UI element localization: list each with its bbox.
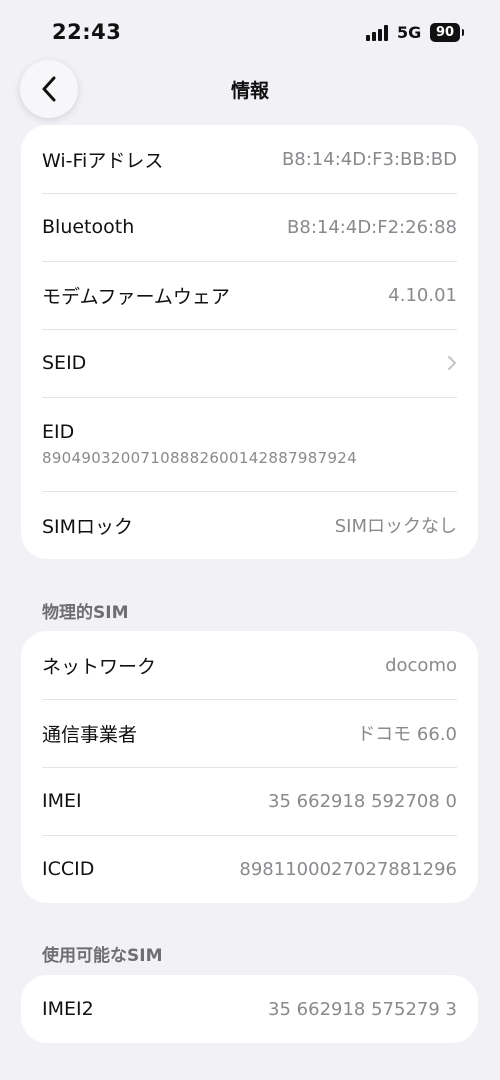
battery-icon: 90 xyxy=(430,23,464,42)
row-label: SEID xyxy=(42,352,87,374)
row-seid[interactable]: SEID xyxy=(21,329,478,397)
chevron-right-icon xyxy=(448,356,456,370)
row-value: B8:14:4D:F3:BB:BD xyxy=(281,148,457,170)
signal-strength-icon xyxy=(366,25,390,41)
row-value: SIMロックなし xyxy=(334,516,457,537)
row-label: IMEI2 xyxy=(42,998,94,1020)
row-label: 通信事業者 xyxy=(42,723,138,746)
battery-level: 90 xyxy=(435,25,455,40)
row-label: ネットワーク xyxy=(42,655,157,678)
physical-sim-card: ネットワーク docomo 通信事業者 ドコモ 66.0 IMEI 35 662… xyxy=(21,631,478,903)
status-time: 22:43 xyxy=(52,20,122,44)
row-wifi-address: Wi-Fiアドレス B8:14:4D:F3:BB:BD xyxy=(21,125,478,193)
row-label: EID xyxy=(42,421,75,443)
row-label: Bluetooth xyxy=(42,216,135,238)
row-value: 35 662918 592708 0 xyxy=(268,790,457,812)
row-value: 4.10.01 xyxy=(388,284,457,306)
status-bar: 22:43 5G 90 xyxy=(0,0,500,64)
row-carrier: 通信事業者 ドコモ 66.0 xyxy=(21,699,478,767)
row-label: ICCID xyxy=(42,858,95,880)
row-eid: EID 89049032007108882600142887987924 xyxy=(21,397,478,491)
row-label: IMEI xyxy=(42,790,82,812)
section-header-physical-sim: 物理的SIM xyxy=(42,603,129,623)
row-sim-lock: SIMロック SIMロックなし xyxy=(21,491,478,559)
row-value: docomo xyxy=(385,654,457,676)
row-modem-firmware: モデムファームウェア 4.10.01 xyxy=(21,261,478,329)
section-header-available-sim: 使用可能なSIM xyxy=(42,946,163,966)
row-iccid: ICCID 8981100027027881296 xyxy=(21,835,478,903)
row-label: Wi-Fiアドレス xyxy=(42,149,164,172)
row-value: ドコモ 66.0 xyxy=(357,724,457,745)
row-imei: IMEI 35 662918 592708 0 xyxy=(21,767,478,835)
eid-value: 89049032007108882600142887987924 xyxy=(42,449,357,467)
available-sim-card: IMEI2 35 662918 575279 3 xyxy=(21,975,478,1043)
info-card: Wi-Fiアドレス B8:14:4D:F3:BB:BD Bluetooth B8… xyxy=(21,125,478,559)
network-type: 5G xyxy=(397,23,422,42)
row-label: SIMロック xyxy=(42,515,134,538)
row-value: B8:14:4D:F2:26:88 xyxy=(287,216,457,238)
row-bluetooth: Bluetooth B8:14:4D:F2:26:88 xyxy=(21,193,478,261)
page-title: 情報 xyxy=(230,80,269,102)
row-label: モデムファームウェア xyxy=(42,285,230,308)
row-network: ネットワーク docomo xyxy=(21,631,478,699)
row-value: 35 662918 575279 3 xyxy=(268,998,457,1020)
row-value: 8981100027027881296 xyxy=(239,858,457,880)
row-imei2: IMEI2 35 662918 575279 3 xyxy=(21,975,478,1043)
